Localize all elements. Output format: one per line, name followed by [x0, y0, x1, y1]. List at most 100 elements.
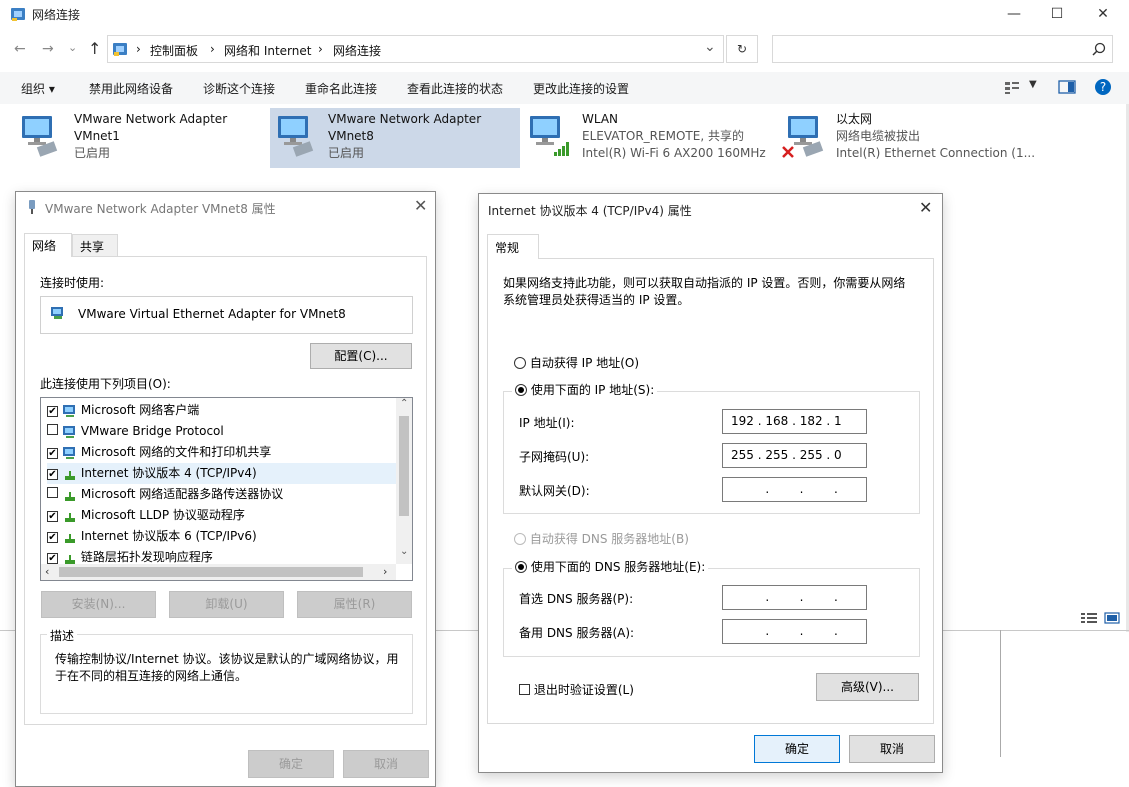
scroll-down-icon[interactable]: ⌄: [400, 546, 408, 557]
gateway-input[interactable]: . . .: [722, 477, 867, 502]
tab-general[interactable]: 常规: [487, 234, 539, 259]
maximize-button[interactable]: ☐: [1034, 0, 1080, 28]
close-button[interactable]: ✕: [919, 198, 932, 217]
refresh-button[interactable]: ↻: [726, 35, 758, 63]
manual-dns-option[interactable]: 使用下面的 DNS 服务器地址(E):: [512, 560, 709, 577]
adapter-line2: ELEVATOR_REMOTE, 共享的: [582, 129, 744, 143]
list-item[interactable]: ✔ Internet 协议版本 6 (TCP/IPv6): [47, 526, 397, 547]
auto-dns-option[interactable]: 自动获得 DNS 服务器地址(B): [514, 532, 689, 549]
disable-device-button[interactable]: 禁用此网络设备: [89, 80, 173, 97]
tab-sharing[interactable]: 共享: [72, 234, 118, 256]
diagnose-button[interactable]: 诊断这个连接: [203, 80, 275, 97]
ip-address-input[interactable]: 192 . 168 . 182 . 1: [722, 409, 867, 434]
adapter-tile-vmnet8[interactable]: VMware Network Adapter VMnet8 已启用: [270, 108, 520, 168]
horizontal-scrollbar[interactable]: ‹ ›: [41, 564, 396, 580]
preferred-dns-input[interactable]: . . .: [722, 585, 867, 610]
breadcrumb-control-panel[interactable]: 控制面板: [150, 42, 198, 59]
minimize-button[interactable]: —: [991, 0, 1037, 28]
checkbox[interactable]: ✔: [47, 511, 58, 522]
breadcrumb-network-connections[interactable]: 网络连接: [333, 42, 381, 59]
breadcrumb-network-internet[interactable]: 网络和 Internet: [224, 42, 311, 59]
properties-button[interactable]: 属性(R): [297, 591, 412, 618]
list-item[interactable]: Microsoft 网络适配器多路传送器协议: [47, 484, 397, 505]
ok-button[interactable]: 确定: [754, 735, 840, 763]
adapter-tile-ethernet[interactable]: 以太网 网络电缆被拔出 Intel(R) Ethernet Connection…: [778, 108, 1038, 168]
control-panel-icon: [113, 43, 127, 56]
cancel-button[interactable]: 取消: [849, 735, 935, 763]
search-input[interactable]: [772, 35, 1113, 63]
adapter-tile-vmnet1[interactable]: VMware Network Adapter VMnet1 已启用: [14, 108, 259, 168]
subnet-mask-input[interactable]: 255 . 255 . 255 . 0: [722, 443, 867, 468]
rename-button[interactable]: 重命名此连接: [305, 80, 377, 97]
back-button[interactable]: ←: [14, 41, 26, 57]
view-options-icon[interactable]: [1004, 81, 1020, 95]
description-label: 描述: [47, 627, 78, 644]
radio-button[interactable]: [514, 357, 526, 369]
network-folder-icon: [11, 8, 25, 21]
organize-menu[interactable]: 组织 ▾: [21, 80, 55, 97]
change-settings-button[interactable]: 更改此连接的设置: [533, 80, 629, 97]
preview-pane-icon[interactable]: [1058, 80, 1076, 94]
install-button[interactable]: 安装(N)...: [41, 591, 156, 618]
scrollbar-thumb[interactable]: [399, 416, 409, 516]
checkbox[interactable]: [519, 684, 530, 695]
adapter-line2: VMnet1: [74, 129, 120, 143]
up-button[interactable]: ↑: [88, 39, 101, 58]
h-scrollbar-thumb[interactable]: [59, 567, 363, 577]
validate-option[interactable]: 退出时验证设置(L): [519, 682, 634, 699]
address-dropdown-icon[interactable]: ⌄: [704, 39, 716, 55]
vertical-scrollbar[interactable]: ⌃ ⌄: [396, 398, 412, 564]
manual-ip-option[interactable]: 使用下面的 IP 地址(S):: [512, 383, 658, 400]
scroll-right-icon[interactable]: ›: [383, 565, 387, 578]
list-item-selected[interactable]: ✔ Internet 协议版本 4 (TCP/IPv4): [47, 463, 397, 484]
list-item[interactable]: VMware Bridge Protocol: [47, 421, 397, 442]
ethernet-disconnected-icon: [782, 116, 824, 158]
checkbox[interactable]: ✔: [47, 553, 58, 564]
alternate-dns-input[interactable]: . . .: [722, 619, 867, 644]
details-view-icon[interactable]: [1080, 612, 1098, 624]
protocol-icon: [64, 470, 75, 480]
cancel-button[interactable]: 取消: [343, 750, 429, 778]
ip-address-label: IP 地址(I):: [519, 416, 575, 430]
radio-button-selected[interactable]: [515, 561, 527, 573]
close-button[interactable]: ✕: [1080, 0, 1126, 28]
recent-dropdown[interactable]: ⌄: [68, 41, 77, 54]
crumb-separator: ›: [318, 42, 323, 56]
adapter-tile-wlan[interactable]: WLAN ELEVATOR_REMOTE, 共享的 Intel(R) Wi-Fi…: [524, 108, 774, 168]
advanced-button[interactable]: 高级(V)...: [816, 673, 919, 701]
adapter-line2: 网络电缆被拔出: [836, 129, 921, 143]
checkbox[interactable]: ✔: [47, 406, 58, 417]
uninstall-button[interactable]: 卸载(U): [169, 591, 284, 618]
view-dropdown-icon[interactable]: ▼: [1029, 79, 1037, 90]
close-button[interactable]: ✕: [414, 196, 427, 215]
large-icons-view-icon[interactable]: [1104, 612, 1120, 624]
adapter-name: 以太网: [836, 112, 873, 126]
list-item-label: Internet 协议版本 6 (TCP/IPv6): [80, 529, 257, 543]
auto-ip-option[interactable]: 自动获得 IP 地址(O): [514, 356, 639, 373]
ok-button[interactable]: 确定: [248, 750, 334, 778]
help-icon[interactable]: ?: [1094, 78, 1112, 96]
radio-button-selected[interactable]: [515, 384, 527, 396]
checkbox[interactable]: [47, 424, 58, 435]
address-bar[interactable]: › 控制面板 › 网络和 Internet › 网络连接 ⌄: [107, 35, 724, 63]
view-status-button[interactable]: 查看此连接的状态: [407, 80, 503, 97]
configure-button[interactable]: 配置(C)...: [310, 343, 412, 369]
forward-button[interactable]: →: [42, 41, 54, 57]
tab-network[interactable]: 网络: [24, 233, 72, 257]
list-item[interactable]: ✔ Microsoft 网络的文件和打印机共享: [47, 442, 397, 463]
scroll-up-icon[interactable]: ⌃: [400, 398, 408, 409]
adapter-properties-dialog: VMware Network Adapter VMnet8 属性 ✕ 网络 共享…: [15, 191, 436, 787]
adapter-line2: VMnet8: [328, 129, 374, 143]
checkbox[interactable]: ✔: [47, 448, 58, 459]
radio-button-disabled[interactable]: [514, 533, 526, 545]
general-tab-panel: 如果网络支持此功能，则可以获取自动指派的 IP 设置。否则，你需要从网络系统管理…: [487, 258, 934, 724]
checkbox[interactable]: [47, 487, 58, 498]
ipv4-properties-dialog: Internet 协议版本 4 (TCP/IPv4) 属性 ✕ 常规 如果网络支…: [478, 193, 943, 773]
list-item[interactable]: ✔ Microsoft LLDP 协议驱动程序: [47, 505, 397, 526]
list-item[interactable]: ✔ Microsoft 网络客户端: [47, 400, 397, 421]
checkbox[interactable]: ✔: [47, 469, 58, 480]
scroll-left-icon[interactable]: ‹: [45, 565, 49, 578]
checkbox[interactable]: ✔: [47, 532, 58, 543]
dialog-title: VMware Network Adapter VMnet8 属性: [45, 202, 276, 216]
adapter-name: VMware Network Adapter: [74, 112, 228, 126]
